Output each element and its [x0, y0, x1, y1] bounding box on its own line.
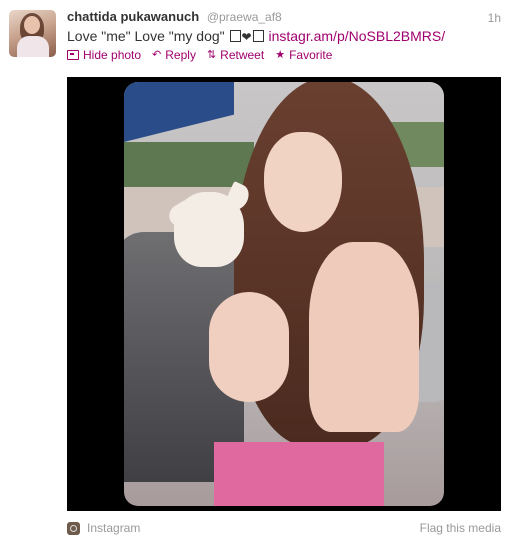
hide-photo-label: Hide photo [83, 48, 142, 62]
user-handle[interactable]: @praewa_af8 [207, 10, 282, 24]
reply-icon: ↶ [152, 48, 162, 61]
favorite-button[interactable]: ★ Favorite [275, 48, 332, 62]
tweet-actions: Hide photo ↶ Reply ⇅ Retweet ★ Favorite [67, 48, 343, 62]
retweet-button[interactable]: ⇅ Retweet [207, 48, 264, 62]
flag-media-link[interactable]: Flag this media [420, 521, 501, 535]
unrendered-glyph-icon [229, 30, 241, 42]
instagram-photo[interactable] [124, 82, 444, 506]
heart-icon: ❤ [241, 30, 252, 44]
avatar-body [17, 36, 49, 57]
tweet-text-body: Love "me" Love "my dog" [67, 28, 225, 44]
retweet-label: Retweet [220, 48, 265, 62]
media-source-label: Instagram [87, 521, 141, 535]
star-icon: ★ [275, 48, 286, 61]
photo-icon [67, 50, 79, 60]
avatar-face [24, 16, 40, 34]
reply-button[interactable]: ↶ Reply [152, 48, 196, 62]
hide-photo-button[interactable]: Hide photo [67, 48, 141, 62]
user-name[interactable]: chattida pukawanuch [67, 9, 199, 24]
media-container[interactable] [67, 77, 501, 511]
media-source[interactable]: Instagram [67, 521, 140, 535]
unrendered-glyph-icon [252, 30, 264, 42]
tweet-text: Love "me" Love "my dog" ❤ instagr.am/p/N… [67, 28, 445, 44]
instagram-icon [67, 521, 80, 535]
tweet-link[interactable]: instagr.am/p/NoSBL2BMRS/ [268, 28, 445, 44]
retweet-icon: ⇅ [206, 48, 217, 61]
reply-label: Reply [165, 48, 196, 62]
tweet-time[interactable]: 1h [488, 11, 501, 25]
favorite-label: Favorite [289, 48, 333, 62]
avatar[interactable] [9, 10, 56, 57]
media-footer: Instagram Flag this media [67, 521, 501, 538]
tweet-header: chattida pukawanuch @praewa_af8 [67, 9, 282, 24]
